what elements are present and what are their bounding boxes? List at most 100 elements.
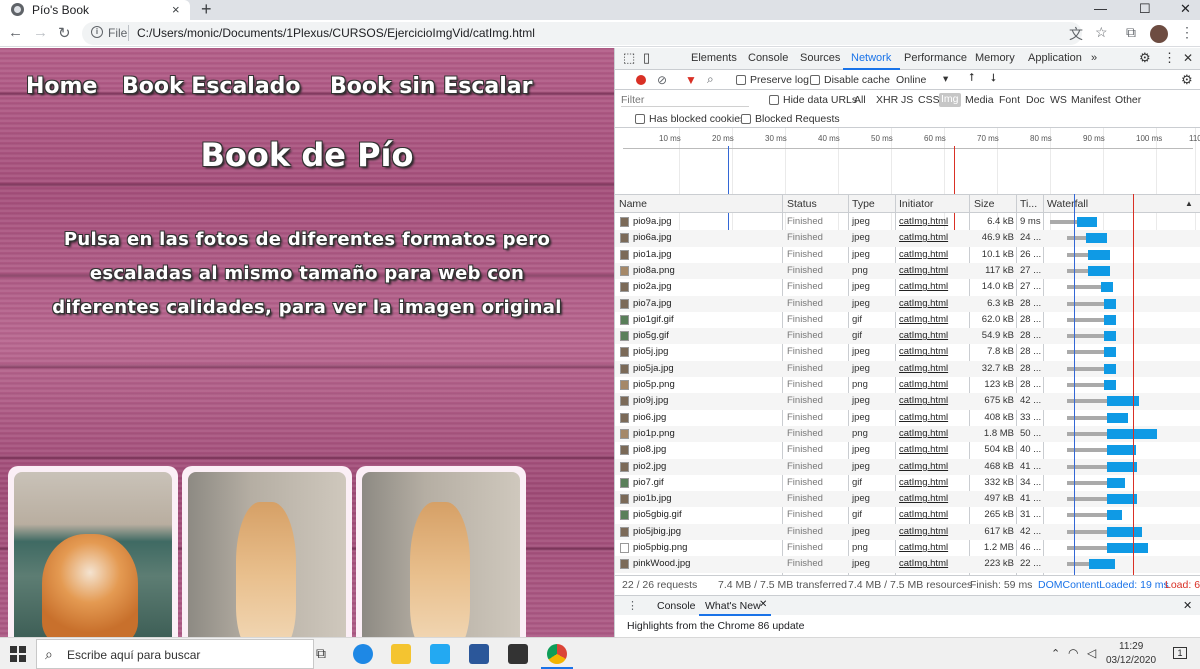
word-icon[interactable] [469,644,489,664]
request-name[interactable]: pio1gif.gif [633,314,674,325]
address-bar[interactable]: i File C:/Users/monic/Documents/1Plexus/… [82,22,1082,45]
col-time[interactable]: Ti... [1020,198,1037,210]
filter-type-xhr[interactable]: XHR [876,94,898,106]
request-row[interactable]: pio7.gif Finished gif catImg.html 332 kB 34 .… [615,475,1200,491]
drawer-close-icon[interactable]: ✕ [1183,599,1192,612]
tab-sources[interactable]: Sources [800,52,840,64]
col-type[interactable]: Type [852,198,875,210]
request-initiator[interactable]: catImg.html [899,461,948,472]
task-view-icon[interactable]: ⧉ [316,645,326,662]
photo-card[interactable] [356,466,526,637]
device-toolbar-icon[interactable]: ▯ [643,50,650,66]
extensions-icon[interactable]: ⧉ [1126,24,1136,41]
request-row[interactable]: pio9j.jpg Finished jpeg catImg.html 675 kB 42… [615,393,1200,410]
forward-button[interactable]: → [33,24,48,41]
request-initiator[interactable]: catImg.html [899,412,948,423]
request-initiator[interactable]: catImg.html [899,477,948,488]
filter-funnel-icon[interactable]: ▼ [685,73,697,87]
sticky-app-icon[interactable] [508,644,528,664]
request-name[interactable]: pio9j.jpg [633,395,668,406]
disable-cache-checkbox[interactable] [810,75,820,85]
profile-avatar[interactable] [1150,25,1168,43]
tab-close-icon[interactable]: × [172,2,180,17]
info-icon[interactable]: i [91,26,103,38]
request-initiator[interactable]: catImg.html [899,314,948,325]
request-row[interactable]: pio8.jpg Finished jpeg catImg.html 504 kB 40 … [615,442,1200,458]
request-row[interactable]: pio5jbig.jpg Finished jpeg catImg.html 617 k… [615,523,1200,540]
col-waterfall[interactable]: Waterfall [1047,198,1088,210]
chrome-icon[interactable] [547,644,567,664]
request-name[interactable]: pio8a.png [633,265,675,276]
filter-type-font[interactable]: Font [999,94,1020,106]
request-row[interactable]: pio5pbig.png Finished png catImg.html 1.2 MB… [615,540,1200,556]
request-initiator[interactable]: catImg.html [899,232,948,243]
request-name[interactable]: pio5j.jpg [633,346,668,357]
back-button[interactable]: ← [8,24,23,41]
tab-console[interactable]: Console [748,52,788,64]
col-name[interactable]: Name [619,198,647,210]
request-name[interactable]: pio5ja.jpg [633,363,674,374]
browser-tab[interactable]: Pío's Book × [0,0,190,20]
filter-type-ws[interactable]: WS [1050,94,1067,106]
reload-button[interactable]: ↻ [58,24,71,42]
filter-type-css[interactable]: CSS [918,94,940,106]
minimize-button[interactable]: — [1094,1,1107,16]
close-window-button[interactable]: ✕ [1180,1,1191,17]
request-name[interactable]: pio7.gif [633,477,664,488]
filter-type-img[interactable]: Img [939,93,961,107]
request-initiator[interactable]: catImg.html [899,363,948,374]
windows-start-icon[interactable] [10,646,26,662]
request-row[interactable]: pio7a.jpg Finished jpeg catImg.html 6.3 kB 28… [615,295,1200,312]
request-name[interactable]: pio5g.gif [633,330,669,341]
request-name[interactable]: pio5pbig.png [633,542,687,553]
request-row[interactable]: pio5gbig.gif Finished gif catImg.html 265 kB… [615,507,1200,523]
request-initiator[interactable]: catImg.html [899,493,948,504]
tab-performance[interactable]: Performance [904,52,967,64]
tab-memory[interactable]: Memory [975,52,1015,64]
request-name[interactable]: pio5gbig.gif [633,509,682,520]
chevron-down-icon[interactable]: ▾ [943,73,948,85]
cat-photo[interactable] [362,472,520,637]
request-initiator[interactable]: catImg.html [899,330,948,341]
request-row[interactable]: pio1p.png Finished png catImg.html 1.8 MB 50 … [615,425,1200,443]
request-initiator[interactable]: catImg.html [899,509,948,520]
request-initiator[interactable]: catImg.html [899,542,948,553]
browser-menu-icon[interactable]: ⋮ [1180,24,1194,41]
settings-gear-icon[interactable]: ⚙ [1139,50,1151,66]
devtools-close-icon[interactable]: ✕ [1183,51,1193,65]
request-name[interactable]: pio1a.jpg [633,249,672,260]
tab-elements[interactable]: Elements [691,52,737,64]
network-settings-icon[interactable]: ⚙ [1181,72,1193,88]
request-initiator[interactable]: catImg.html [899,526,948,537]
request-name[interactable]: pio2.jpg [633,461,666,472]
request-initiator[interactable]: catImg.html [899,249,948,260]
vscode-icon[interactable] [430,644,450,664]
request-row[interactable]: pio5ja.jpg Finished jpeg catImg.html 32.7 kB… [615,360,1200,377]
hide-data-urls-checkbox[interactable] [769,95,779,105]
wifi-icon[interactable]: ◠ [1068,646,1078,660]
nav-link-home[interactable]: Home [26,74,97,99]
request-row[interactable]: pio1gif.gif Finished gif catImg.html 62.0 kB… [615,312,1200,328]
request-name[interactable]: pio6a.jpg [633,232,672,243]
request-name[interactable]: pio9a.jpg [633,216,672,227]
request-initiator[interactable]: catImg.html [899,379,948,390]
request-row[interactable]: pio5p.png Finished png catImg.html 123 kB 28 … [615,377,1200,393]
preserve-log-checkbox[interactable] [736,75,746,85]
filter-type-other[interactable]: Other [1115,94,1141,106]
translate-icon[interactable]: 文 [1069,24,1083,44]
drawer-tab-close-icon[interactable]: ✕ [759,599,767,610]
maximize-button[interactable]: ☐ [1139,1,1151,17]
request-row[interactable]: pio2a.jpg Finished jpeg catImg.html 14.0 kB 2… [615,279,1200,295]
show-hidden-icons-icon[interactable]: ⌃ [1051,647,1060,660]
drawer-menu-icon[interactable]: ⋮ [627,599,638,612]
cat-photo[interactable] [188,472,346,637]
request-name[interactable]: pio2a.jpg [633,281,672,292]
new-tab-button[interactable]: + [201,0,212,20]
photo-card[interactable] [182,466,352,637]
request-row[interactable]: pinkWood.jpg Finished jpeg catImg.html 223 k… [615,556,1200,573]
filter-input[interactable] [621,93,749,107]
request-initiator[interactable]: catImg.html [899,428,948,439]
request-row[interactable]: pio9a.jpg Finished jpeg catImg.html 6.4 kB 9 … [615,214,1200,230]
search-icon[interactable]: ⌕ [707,72,714,87]
volume-icon[interactable]: ◁ [1087,646,1096,660]
